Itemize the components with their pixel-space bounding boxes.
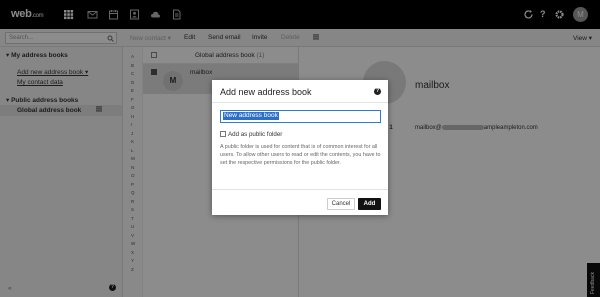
dialog-title: Add new address book bbox=[220, 87, 312, 97]
add-address-book-dialog: Add new address book ? New address book … bbox=[212, 80, 388, 215]
address-book-name-input[interactable]: New address book bbox=[220, 110, 381, 123]
dialog-divider bbox=[212, 102, 388, 103]
dialog-footer-divider bbox=[212, 189, 388, 190]
public-folder-description: A public folder is used for content that… bbox=[220, 144, 381, 166]
public-folder-checkbox-label[interactable]: Add as public folder bbox=[228, 131, 282, 138]
public-folder-checkbox[interactable] bbox=[220, 131, 226, 137]
dialog-help-icon[interactable]: ? bbox=[374, 88, 381, 95]
cancel-button[interactable]: Cancel bbox=[327, 198, 355, 210]
add-button[interactable]: Add bbox=[358, 198, 381, 210]
